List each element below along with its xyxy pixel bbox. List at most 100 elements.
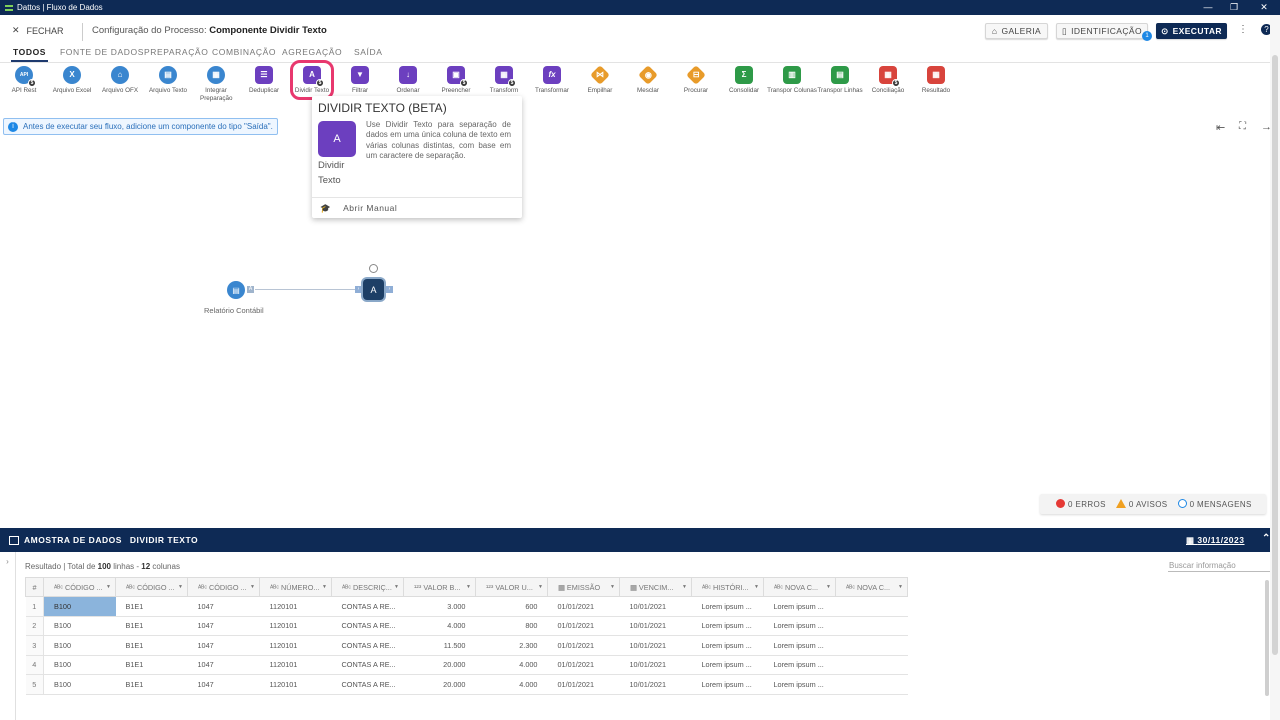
tool-resultado[interactable]: ▦ Resultado xyxy=(908,66,964,95)
table-cell[interactable]: 20.000 xyxy=(403,674,476,695)
column-header[interactable]: ᴬᴮᶜ CÓDIGO ... ▼ xyxy=(187,577,260,597)
table-cell[interactable]: CONTAS A RE... xyxy=(331,674,404,695)
table-cell[interactable] xyxy=(835,596,908,617)
table-cell[interactable]: Lorem ipsum ... xyxy=(691,596,764,617)
table-cell[interactable]: 10/01/2021 xyxy=(619,635,692,656)
chevron-down-icon[interactable]: ▼ xyxy=(610,584,615,590)
table-cell[interactable]: 01/01/2021 xyxy=(547,674,620,695)
column-header[interactable]: ᴬᴮᶜ HISTÓRI... ▼ xyxy=(691,577,764,597)
table-cell[interactable]: B1E1 xyxy=(115,616,188,636)
table-cell[interactable]: 10/01/2021 xyxy=(619,596,692,617)
table-cell[interactable]: Lorem ipsum ... xyxy=(691,635,764,656)
table-cell[interactable]: 1047 xyxy=(187,616,260,636)
execute-button[interactable]: ⊙ EXECUTAR xyxy=(1156,23,1227,39)
chevron-down-icon[interactable]: ▼ xyxy=(898,584,903,590)
table-cell[interactable]: Lorem ipsum ... xyxy=(763,596,836,617)
table-cell[interactable]: 2.300 xyxy=(475,635,548,656)
tab-preparacao[interactable]: PREPARAÇÃO xyxy=(144,47,208,57)
table-cell[interactable]: 1120101 xyxy=(259,655,332,675)
table-cell[interactable]: Lorem ipsum ... xyxy=(763,635,836,656)
table-cell[interactable]: 01/01/2021 xyxy=(547,655,620,675)
table-cell[interactable]: 1047 xyxy=(187,655,260,675)
table-row[interactable]: 2 B100 B1E1 1047 1120101 CONTAS A RE... 4.000 8… xyxy=(25,616,908,636)
chevron-down-icon[interactable]: ▼ xyxy=(682,584,687,590)
table-cell[interactable]: CONTAS A RE... xyxy=(331,635,404,656)
chevron-down-icon[interactable]: ▼ xyxy=(466,584,471,590)
table-cell[interactable] xyxy=(835,655,908,675)
table-cell[interactable]: B100 xyxy=(43,635,116,656)
table-cell[interactable]: Lorem ipsum ... xyxy=(691,655,764,675)
table-cell[interactable]: 1047 xyxy=(187,635,260,656)
table-cell[interactable]: 4.000 xyxy=(475,655,548,675)
messages-status[interactable]: 0 MENSAGENS xyxy=(1177,499,1252,509)
chevron-down-icon[interactable]: ▼ xyxy=(106,584,111,590)
table-cell[interactable]: 4.000 xyxy=(475,674,548,695)
column-header[interactable]: ᴬᴮᶜ NOVA C... ▼ xyxy=(763,577,836,597)
table-cell[interactable]: Lorem ipsum ... xyxy=(763,616,836,636)
table-cell[interactable]: B1E1 xyxy=(115,596,188,617)
table-cell[interactable] xyxy=(835,635,908,656)
table-cell[interactable]: 4.000 xyxy=(403,616,476,636)
node-output-port[interactable]: › xyxy=(386,286,393,293)
tab-combinacao[interactable]: COMBINAÇÃO xyxy=(212,47,276,57)
table-cell[interactable]: 1047 xyxy=(187,596,260,617)
chevron-down-icon[interactable]: ▼ xyxy=(754,584,759,590)
table-cell[interactable]: Lorem ipsum ... xyxy=(763,674,836,695)
table-cell[interactable]: B100 xyxy=(43,596,116,617)
side-expand[interactable]: › xyxy=(0,552,16,720)
gallery-button[interactable]: ⌂ GALERIA xyxy=(985,23,1048,39)
column-header[interactable]: ᴬᴮᶜ DESCRIÇ... ▼ xyxy=(331,577,404,597)
column-header[interactable]: ᴬᴮᶜ NOVA C... ▼ xyxy=(835,577,908,597)
open-manual-button[interactable]: 🎓 Abrir Manual xyxy=(312,197,522,218)
tab-todos[interactable]: TODOS xyxy=(10,47,49,62)
window-close-button[interactable]: ✕ xyxy=(1252,0,1276,15)
table-cell[interactable]: 01/01/2021 xyxy=(547,616,620,636)
table-cell[interactable]: CONTAS A RE... xyxy=(331,616,404,636)
table-row[interactable]: 1 B100 B1E1 1047 1120101 CONTAS A RE... 3.000 6… xyxy=(25,596,908,617)
table-cell[interactable]: B100 xyxy=(43,674,116,695)
date-picker[interactable]: ▦ 30/11/2023 xyxy=(1186,535,1244,546)
chevron-down-icon[interactable]: ▼ xyxy=(826,584,831,590)
column-header[interactable]: ᴬᴮᶜ NÚMERO... ▼ xyxy=(259,577,332,597)
restore-button[interactable]: ❐ xyxy=(1222,0,1246,15)
table-cell[interactable]: 1120101 xyxy=(259,635,332,656)
table-cell[interactable]: 1047 xyxy=(187,674,260,695)
chevron-down-icon[interactable]: ▼ xyxy=(394,584,399,590)
search-input[interactable]: Buscar informaçãoC xyxy=(1168,559,1276,572)
table-cell[interactable]: B1E1 xyxy=(115,635,188,656)
fit-screen-icon[interactable]: ⛶ xyxy=(1239,121,1246,132)
node-dividir-texto[interactable]: A xyxy=(363,279,384,300)
table-cell[interactable]: 01/01/2021 xyxy=(547,635,620,656)
tab-saida[interactable]: SAÍDA xyxy=(354,47,383,57)
column-header[interactable]: ¹²³ VALOR U... ▼ xyxy=(475,577,548,597)
minimize-button[interactable]: — xyxy=(1196,0,1220,15)
errors-status[interactable]: 0 ERROS xyxy=(1056,499,1106,509)
column-header[interactable]: ▦ EMISSÃO ▼ xyxy=(547,577,620,597)
table-cell[interactable]: 10/01/2021 xyxy=(619,674,692,695)
table-row[interactable]: 3 B100 B1E1 1047 1120101 CONTAS A RE... 11.500… xyxy=(25,635,908,656)
node-input-port[interactable]: › xyxy=(355,286,362,293)
table-cell[interactable]: 01/01/2021 xyxy=(547,596,620,617)
warnings-status[interactable]: 0 AVISOS xyxy=(1115,499,1168,509)
table-cell[interactable]: Lorem ipsum ... xyxy=(691,616,764,636)
identification-button[interactable]: ▯ IDENTIFICAÇÃO xyxy=(1056,23,1148,39)
node-relatorio-contabil[interactable]: ▤ xyxy=(227,281,245,299)
column-header[interactable]: ▦ VENCIM... ▼ xyxy=(619,577,692,597)
table-row[interactable]: 4 B100 B1E1 1047 1120101 CONTAS A RE... 20.000… xyxy=(25,655,908,675)
table-cell[interactable]: 10/01/2021 xyxy=(619,655,692,675)
chevron-down-icon[interactable]: ▼ xyxy=(178,584,183,590)
table-cell[interactable]: 11.500 xyxy=(403,635,476,656)
table-cell[interactable]: 600 xyxy=(475,596,548,617)
chevron-down-icon[interactable]: ▼ xyxy=(322,584,327,590)
tab-fonte-de-dados[interactable]: FONTE DE DADOS xyxy=(60,47,144,57)
table-cell[interactable]: B1E1 xyxy=(115,674,188,695)
table-cell[interactable]: CONTAS A RE... xyxy=(331,655,404,675)
table-cell[interactable]: Lorem ipsum ... xyxy=(763,655,836,675)
table-scrollbar[interactable] xyxy=(1265,580,1269,696)
table-cell[interactable]: 3.000 xyxy=(403,596,476,617)
table-cell[interactable] xyxy=(835,616,908,636)
table-row[interactable]: 5 B100 B1E1 1047 1120101 CONTAS A RE... 20.000… xyxy=(25,674,908,695)
chevron-down-icon[interactable]: ▼ xyxy=(250,584,255,590)
table-cell[interactable]: B1E1 xyxy=(115,655,188,675)
table-cell[interactable] xyxy=(835,674,908,695)
